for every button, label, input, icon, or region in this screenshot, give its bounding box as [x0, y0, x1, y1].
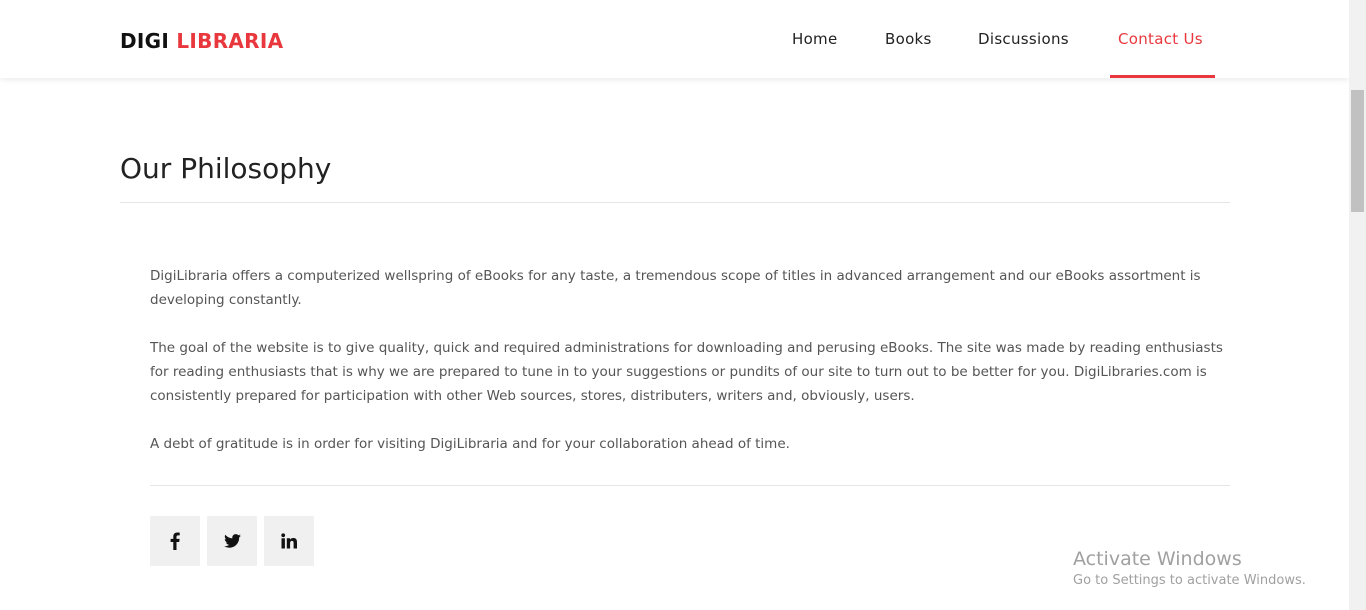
active-nav-indicator	[1110, 75, 1215, 78]
watermark-subtitle: Go to Settings to activate Windows.	[1073, 573, 1306, 588]
facebook-button[interactable]	[150, 516, 200, 566]
linkedin-button[interactable]	[264, 516, 314, 566]
nav-item-contact-us[interactable]: Contact Us	[1118, 30, 1203, 48]
content-divider	[150, 485, 1230, 486]
linkedin-icon	[281, 533, 297, 549]
paragraph-goal: The goal of the website is to give quali…	[150, 340, 1223, 404]
site-logo[interactable]: DIGI LIBRARIA	[120, 29, 283, 53]
philosophy-text: DigiLibraria offers a computerized wells…	[150, 264, 1225, 480]
watermark-title: Activate Windows	[1073, 548, 1242, 570]
page-scrollbar[interactable]	[1349, 0, 1366, 610]
title-divider	[120, 202, 1230, 203]
logo-text-digi: DIGI	[120, 29, 170, 53]
page-title: Our Philosophy	[120, 152, 332, 185]
logo-text-libraria: LIBRARIA	[176, 29, 284, 53]
facebook-icon	[170, 532, 180, 550]
page: DIGI LIBRARIA Home Books Discussions Con…	[0, 0, 1366, 610]
nav-item-home[interactable]: Home	[792, 30, 838, 48]
paragraph-thanks: A debt of gratitude is in order for visi…	[150, 436, 790, 452]
nav-item-books[interactable]: Books	[885, 30, 932, 48]
nav-item-discussions[interactable]: Discussions	[978, 30, 1069, 48]
scrollbar-thumb[interactable]	[1351, 90, 1364, 212]
twitter-button[interactable]	[207, 516, 257, 566]
twitter-icon	[223, 534, 241, 548]
paragraph-intro: DigiLibraria offers a computerized wells…	[150, 268, 1201, 308]
windows-activation-watermark: Activate Windows Go to Settings to activ…	[1073, 547, 1306, 590]
site-header: DIGI LIBRARIA Home Books Discussions Con…	[0, 0, 1349, 78]
